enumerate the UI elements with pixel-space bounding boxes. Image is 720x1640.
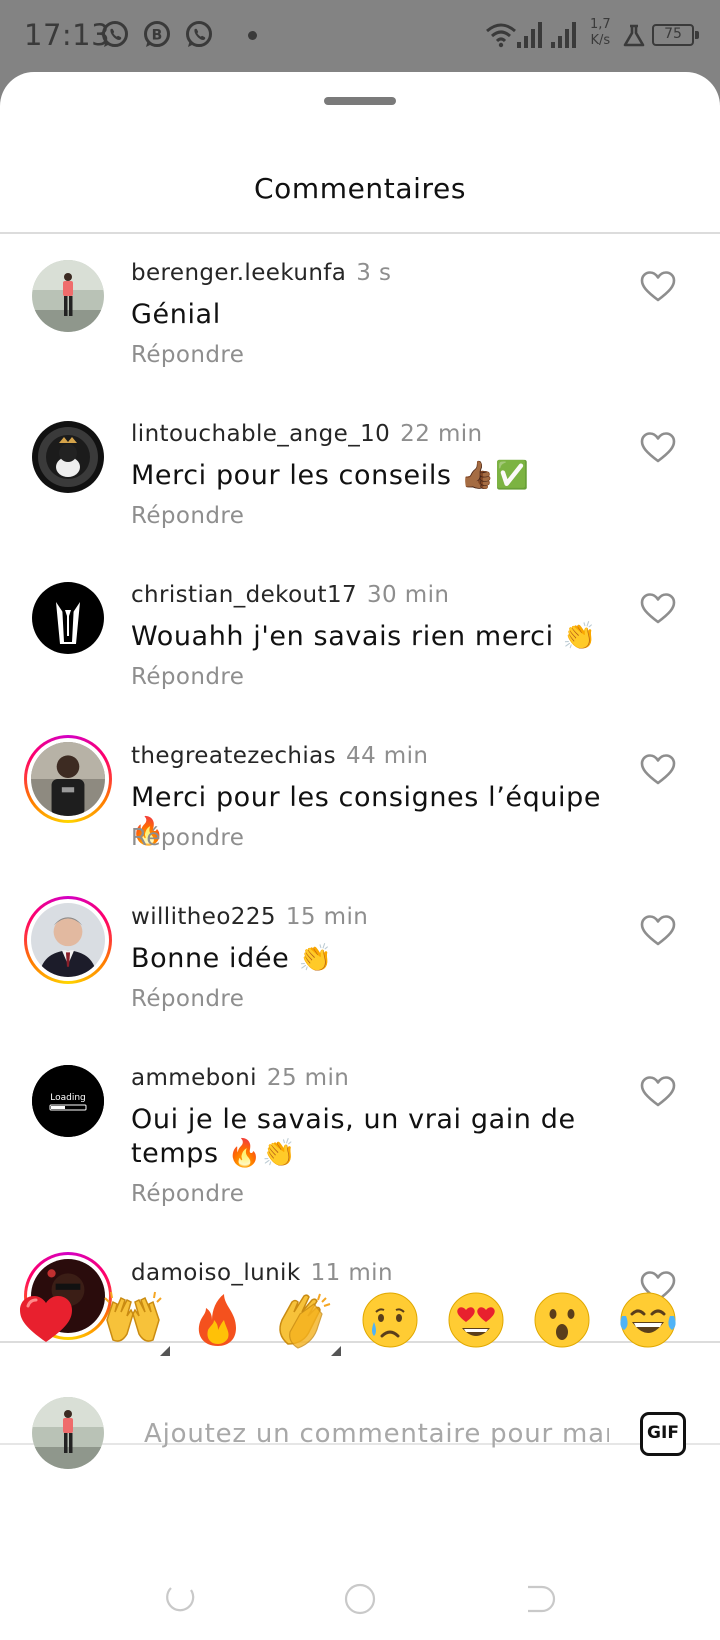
comment-text: Génial <box>131 299 221 330</box>
avatar[interactable] <box>24 896 112 984</box>
comment-username[interactable]: berenger.leekunfa <box>131 260 346 286</box>
sheet-title: Commentaires <box>253 172 467 205</box>
reply-button[interactable]: Répondre <box>131 664 244 690</box>
comment-username[interactable]: lintouchable_ange_10 <box>131 421 390 447</box>
comments-sheet: Commentaires berenger.leekunfa 3 s Génia… <box>0 72 720 1640</box>
system-navigation-bar <box>0 1560 720 1640</box>
reply-button[interactable]: Répondre <box>131 825 244 851</box>
avatar-photo: Loading <box>32 1065 104 1137</box>
comment-time: 3 s <box>356 260 392 286</box>
network-speed-value: 1,7 <box>590 17 611 32</box>
avatar-photo <box>32 582 104 654</box>
raising-hands-emoji[interactable] <box>103 1290 163 1350</box>
avatar-photo <box>31 742 105 816</box>
gif-button[interactable]: GIF <box>640 1412 686 1456</box>
crying-face-emoji[interactable] <box>360 1290 420 1350</box>
status-time: 17:13 <box>24 18 111 52</box>
comment-username[interactable]: christian_dekout17 <box>131 582 357 608</box>
comment-meta: willitheo225 15 min <box>131 904 368 930</box>
surprised-face-emoji[interactable] <box>532 1290 592 1350</box>
heart-icon[interactable] <box>640 753 676 787</box>
reply-button[interactable]: Répondre <box>131 342 244 368</box>
comment-username[interactable]: willitheo225 <box>131 904 276 930</box>
avatar[interactable] <box>32 421 104 493</box>
comment-input[interactable] <box>144 1414 609 1454</box>
fire-emoji[interactable] <box>188 1290 248 1350</box>
heart-icon[interactable] <box>640 431 676 465</box>
comment-time: 44 min <box>346 743 429 769</box>
tears-of-joy-emoji[interactable] <box>618 1290 678 1350</box>
clapping-hands-emoji[interactable] <box>274 1290 334 1350</box>
comment-meta: ammeboni 25 min <box>131 1065 349 1091</box>
signal-icon <box>517 22 542 48</box>
notification-dot-icon <box>248 31 257 40</box>
whatsapp-business-icon: B <box>144 21 170 47</box>
comment-meta: thegreatezechias 44 min <box>131 743 428 769</box>
heart-icon[interactable] <box>640 270 676 304</box>
heart-icon[interactable] <box>640 914 676 948</box>
battery-icon: 75 <box>652 24 699 46</box>
avatar[interactable] <box>32 582 104 654</box>
network-speed-unit: K/s <box>590 33 611 48</box>
comment-meta: lintouchable_ange_10 22 min <box>131 421 483 447</box>
comment-time: 22 min <box>400 421 483 447</box>
flask-icon <box>623 24 645 47</box>
back-icon[interactable] <box>522 1582 556 1616</box>
whatsapp-icon <box>186 21 212 47</box>
avatar-photo <box>32 260 104 332</box>
skin-tone-indicator <box>331 1346 341 1356</box>
wifi-icon <box>486 23 516 48</box>
recents-icon[interactable] <box>163 1582 197 1616</box>
avatar-photo <box>32 421 104 493</box>
reply-button[interactable]: Répondre <box>131 1181 244 1207</box>
drag-handle[interactable] <box>324 97 396 105</box>
comment-username[interactable]: ammeboni <box>131 1065 257 1091</box>
comments-list[interactable]: berenger.leekunfa 3 s Génial Répondre li… <box>0 232 720 1341</box>
comment-text: Wouahh j'en savais rien merci 👏 <box>131 621 598 652</box>
current-user-avatar <box>32 1397 104 1469</box>
avatar-photo <box>32 1397 104 1469</box>
red-heart-emoji[interactable] <box>16 1290 76 1350</box>
comment-time: 25 min <box>266 1065 350 1091</box>
heart-eyes-emoji[interactable] <box>446 1290 506 1350</box>
signal-icon <box>551 22 576 48</box>
reply-button[interactable]: Répondre <box>131 986 244 1012</box>
comment-text: Oui je le savais, un vrai gain de temps … <box>131 1104 576 1169</box>
network-speed: 1,7 K/s <box>590 17 611 49</box>
svg-text:B: B <box>152 28 163 44</box>
status-bar: 17:13 B 1,7 K/s 75 <box>0 0 720 72</box>
avatar-photo <box>31 903 105 977</box>
emoji-reaction-bar <box>0 1270 720 1370</box>
reply-button[interactable]: Répondre <box>131 503 244 529</box>
heart-icon[interactable] <box>640 592 676 626</box>
whatsapp-icon <box>102 21 128 47</box>
heart-icon[interactable] <box>640 1075 676 1109</box>
avatar[interactable] <box>24 735 112 823</box>
home-icon[interactable] <box>343 1582 377 1616</box>
comment-username[interactable]: thegreatezechias <box>131 743 336 769</box>
comment-text: Bonne idée 👏 <box>131 943 333 974</box>
comment-time: 15 min <box>285 904 369 930</box>
avatar-loading-text: Loading <box>50 1093 86 1103</box>
comment-time: 30 min <box>367 582 450 608</box>
avatar[interactable] <box>32 260 104 332</box>
comment-meta: berenger.leekunfa 3 s <box>131 260 391 286</box>
comment-text: Merci pour les conseils 👍🏾✅ <box>131 460 530 491</box>
comment-meta: christian_dekout17 30 min <box>131 582 449 608</box>
avatar[interactable]: Loading <box>32 1065 104 1137</box>
skin-tone-indicator <box>160 1346 170 1356</box>
